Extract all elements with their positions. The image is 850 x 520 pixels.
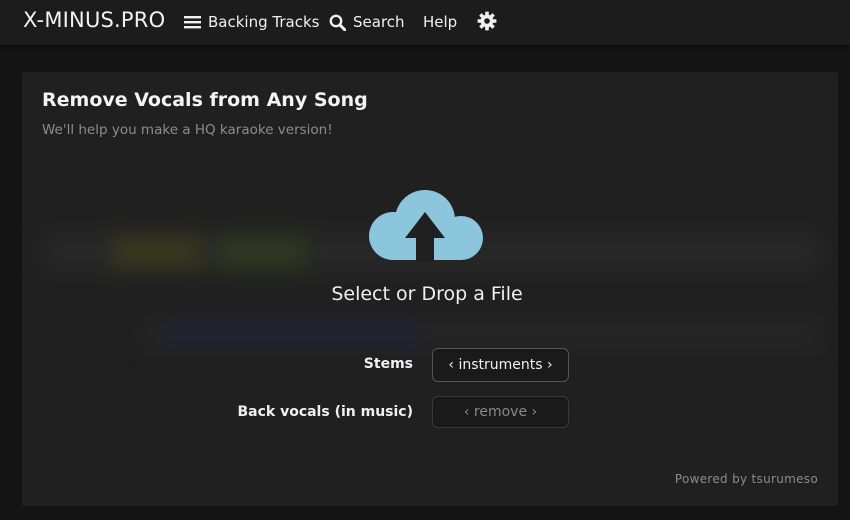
nav-backing-tracks-label: Backing Tracks [208,13,320,31]
nav-search-label: Search [353,13,405,31]
top-navigation-bar: X-MINUS.PRO Backing Tracks Search Help [0,0,850,45]
back-vocals-selector-button[interactable]: ‹ remove › [432,396,569,428]
page-title: Remove Vocals from Any Song [42,89,368,111]
gear-icon [477,11,497,31]
menu-icon [184,15,201,29]
back-vocals-label: Back vocals (in music) [237,404,413,420]
page-subtitle: We'll help you make a HQ karaoke version… [42,122,333,138]
stems-label: Stems [363,356,413,372]
powered-by-credit: Powered by tsurumeso [674,472,818,486]
nav-search[interactable]: Search [329,12,405,32]
file-upload-dropzone[interactable]: Select or Drop a File [292,182,562,312]
nav-backing-tracks[interactable]: Backing Tracks [184,12,319,32]
cloud-upload-icon [363,186,487,270]
nav-help[interactable]: Help [423,12,457,32]
vocal-remover-panel: Remove Vocals from Any Song We'll help y… [22,72,838,506]
settings-button[interactable] [477,11,497,31]
nav-help-label: Help [423,13,458,31]
search-icon [329,14,347,31]
upload-label: Select or Drop a File [331,283,523,305]
stems-selector-button[interactable]: ‹ instruments › [432,348,569,382]
site-logo[interactable]: X-MINUS.PRO [23,8,165,32]
